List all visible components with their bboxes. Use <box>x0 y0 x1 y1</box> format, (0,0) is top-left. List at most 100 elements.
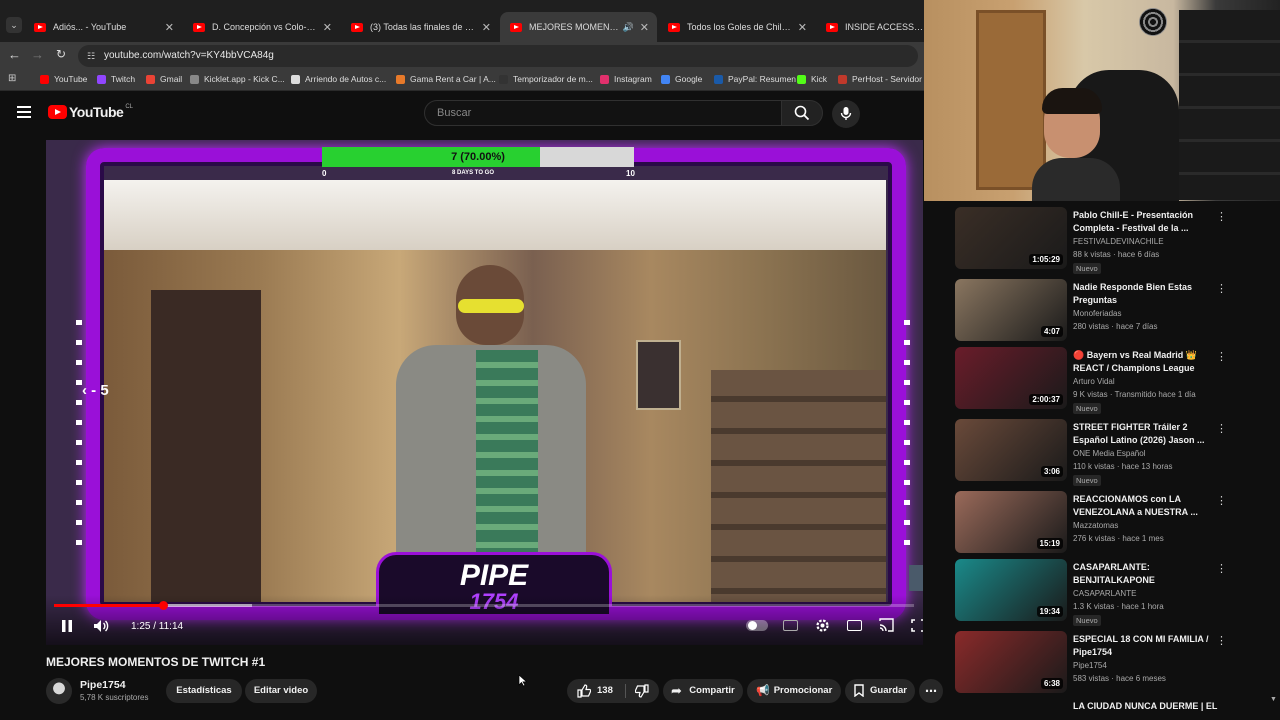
channel-name[interactable]: Pipe1754 <box>80 679 126 691</box>
recommended-video-channel[interactable]: FESTIVALDEVINACHILE <box>1073 237 1164 246</box>
recommended-video-channel[interactable]: CASAPARLANTE <box>1073 589 1136 598</box>
reload-icon[interactable]: ↻ <box>56 47 66 61</box>
bookmark-item[interactable]: Gama Rent a Car | A... <box>396 74 496 84</box>
video-thumbnail[interactable]: 15:19 <box>955 491 1067 553</box>
search-input[interactable]: Buscar <box>424 100 782 126</box>
theater-mode-icon[interactable] <box>847 620 862 631</box>
more-vert-icon[interactable]: ⋮ <box>1216 350 1227 363</box>
bookmark-item[interactable]: YouTube <box>40 74 87 84</box>
recommended-video[interactable]: 1:05:29 Pablo Chill-E - Presentación Comp… <box>955 207 1273 275</box>
recommended-video-channel[interactable]: Arturo Vidal <box>1073 377 1115 386</box>
recommended-video[interactable]: 4:07 Nadie Responde Bien Estas Preguntas M… <box>955 279 1273 347</box>
browser-tab[interactable]: (3) Todas las finales de la Liga d ✕ <box>341 14 499 40</box>
recommended-video-meta: 583 vistas · hace 6 meses <box>1073 674 1166 683</box>
more-vert-icon[interactable]: ⋮ <box>1216 282 1227 295</box>
recommended-video-meta: 9 K vistas · Transmitido hace 1 día <box>1073 390 1196 399</box>
stats-button[interactable]: Estadísticas <box>166 679 242 703</box>
video-thumbnail[interactable]: 19:34 <box>955 559 1067 621</box>
save-button[interactable]: Guardar <box>845 679 915 703</box>
video-player[interactable]: 7 (70.00%) 0 10 8 DAYS TO GO PIPE 1754 ‹… <box>46 140 923 645</box>
close-tab-icon[interactable]: ✕ <box>482 21 491 34</box>
share-button[interactable]: ➦ Compartir <box>663 679 743 703</box>
menu-icon[interactable] <box>17 106 31 118</box>
bookmark-item[interactable]: PayPal: Resumen <box>714 74 796 84</box>
video-thumbnail[interactable]: 1:05:29 <box>955 207 1067 269</box>
voice-search-button[interactable] <box>832 100 860 128</box>
address-bar[interactable]: ☷ youtube.com/watch?v=KY4bbVCA84g <box>78 45 918 67</box>
settings-gear-icon[interactable] <box>815 618 830 633</box>
video-thumbnail[interactable]: 3:06 <box>955 419 1067 481</box>
subtitles-icon[interactable] <box>783 620 798 631</box>
recommended-video[interactable]: 6:38 ESPECIAL 18 CON MI FAMILIA / Pipe175… <box>955 631 1273 699</box>
close-tab-icon[interactable]: ✕ <box>323 21 332 34</box>
browser-tab[interactable]: Adiós... - YouTube ✕ <box>24 14 182 40</box>
recommended-video[interactable]: 19:34 CASAPARLANTE: BENJITALKAPONE CASAPAR… <box>955 559 1273 627</box>
bookmark-item[interactable]: Instagram <box>600 74 652 84</box>
recommended-video-channel[interactable]: Pipe1754 <box>1073 661 1107 670</box>
tab-list-dropdown-button[interactable]: ⌄ <box>6 17 22 33</box>
site-info-icon[interactable]: ☷ <box>87 45 95 67</box>
bookmark-item[interactable]: Kicklet.app - Kick C... <box>190 74 285 84</box>
page-scrollbar-arrow-icon[interactable]: ▼ <box>1270 696 1277 703</box>
cast-icon[interactable] <box>879 618 894 632</box>
dislike-button[interactable] <box>627 679 659 703</box>
video-thumbnail[interactable]: 4:07 <box>955 279 1067 341</box>
close-tab-icon[interactable]: ✕ <box>165 21 174 34</box>
youtube-logo[interactable]: YouTube CL <box>48 104 133 120</box>
bookmark-item[interactable]: Kick <box>797 74 827 84</box>
recommended-video-channel[interactable]: Monoferiadas <box>1073 309 1121 318</box>
browser-tab[interactable]: MEJORES MOMENTOS DE 🔊 ✕ <box>500 12 657 42</box>
close-tab-icon[interactable]: ✕ <box>798 21 807 34</box>
recommended-video-channel[interactable]: Mazzatomas <box>1073 521 1118 530</box>
more-vert-icon[interactable]: ⋮ <box>1216 494 1227 507</box>
promote-button[interactable]: 📢 Promocionar <box>747 679 841 703</box>
edit-video-button[interactable]: Editar video <box>245 679 317 703</box>
new-badge: Nuevo <box>1073 615 1101 626</box>
recommended-video[interactable]: 15:19 REACCIONAMOS con LA VENEZOLANA a NU… <box>955 491 1273 559</box>
video-thumbnail[interactable]: 6:38 <box>955 631 1067 693</box>
more-vert-icon[interactable]: ⋮ <box>1216 210 1227 223</box>
bookmark-item[interactable]: PerHost - Servidor I... <box>838 74 934 84</box>
more-vert-icon[interactable]: ⋮ <box>1216 634 1227 647</box>
bookmark-label: Kicklet.app - Kick C... <box>204 74 285 84</box>
more-vert-icon[interactable]: ⋮ <box>1216 562 1227 575</box>
webcam-shelf <box>1179 10 1280 200</box>
browser-tab[interactable]: Todos los Goles de Chile en Cl ✕ <box>658 14 815 40</box>
bookmark-item[interactable]: Google <box>661 74 702 84</box>
autoplay-toggle[interactable] <box>746 620 768 631</box>
tab-audio-icon[interactable]: 🔊 <box>623 22 634 33</box>
volume-icon[interactable] <box>93 619 109 633</box>
video-thumbnail[interactable]: 2:00:37 <box>955 347 1067 409</box>
close-tab-icon[interactable]: ✕ <box>640 21 649 34</box>
bookmark-favicon-icon <box>661 74 670 84</box>
more-vert-icon[interactable]: ⋮ <box>1216 422 1227 435</box>
fullscreen-icon[interactable] <box>911 619 923 632</box>
bookmarks-bar: ⊞ YouTube Twitch Gmail Kicklet.app - Kick C… <box>0 69 934 91</box>
recommended-video[interactable]: 3:06 STREET FIGHTER Tráiler 2 Español Lat… <box>955 419 1273 487</box>
recommended-video-title: Pablo Chill-E - Presentación Completa - … <box>1073 210 1194 233</box>
youtube-favicon-icon <box>510 22 522 32</box>
browser-tab-title: INSIDE ACCESS: Cómo <box>845 22 924 32</box>
channel-avatar[interactable] <box>46 678 72 704</box>
recommended-video[interactable]: 2:00:37 🔴 Bayern vs Real Madrid 👑 REACT /… <box>955 347 1273 415</box>
youtube-header: YouTube CL Buscar <box>0 91 945 135</box>
seek-bar[interactable] <box>54 601 914 610</box>
bookmark-item[interactable]: Arriendo de Autos c... <box>291 74 386 84</box>
sidebar-partial-title[interactable]: LA CIUDAD NUNCA DUERME | EL <box>1073 701 1217 711</box>
bookmark-item[interactable]: Twitch <box>97 74 135 84</box>
forward-icon[interactable]: → <box>31 47 44 62</box>
bookmark-item[interactable]: Temporizador de m... <box>499 74 593 84</box>
pause-icon[interactable] <box>61 619 73 633</box>
more-actions-button[interactable]: ⋯ <box>919 679 943 703</box>
like-button[interactable]: 138 <box>567 679 623 703</box>
apps-grid-icon[interactable]: ⊞ <box>8 73 16 84</box>
browser-tab[interactable]: D. Concepción vs Colo-Colo | Li ✕ <box>183 14 340 40</box>
bookmark-item[interactable]: Gmail <box>146 74 182 84</box>
bookmark-label: Arriendo de Autos c... <box>305 74 387 84</box>
browser-tab[interactable]: INSIDE ACCESS: Cómo <box>816 14 924 40</box>
bookmark-label: Instagram <box>614 74 652 84</box>
recommended-video-title: ESPECIAL 18 CON MI FAMILIA / Pipe1754 <box>1073 634 1209 657</box>
back-icon[interactable]: ← <box>8 47 21 62</box>
recommended-video-channel[interactable]: ONE Media Español <box>1073 449 1145 458</box>
search-button[interactable] <box>781 100 823 126</box>
